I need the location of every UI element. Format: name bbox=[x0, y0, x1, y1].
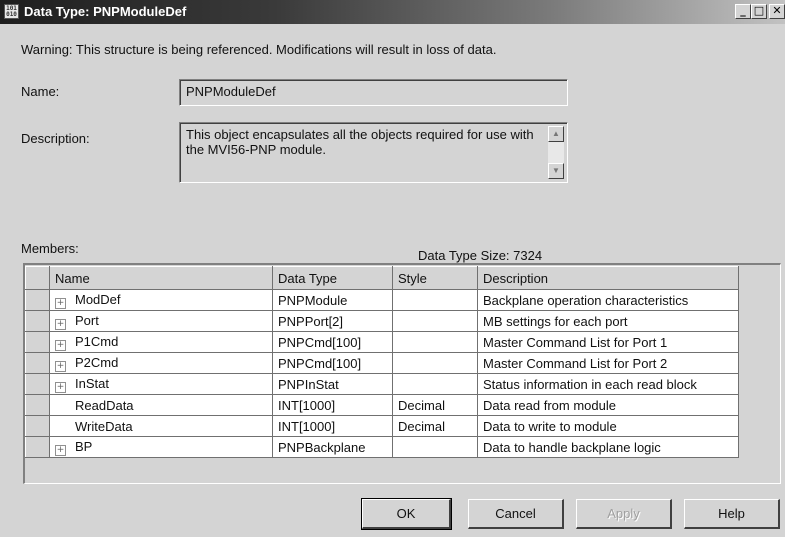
member-name-cell[interactable]: + Port bbox=[49, 310, 273, 332]
expand-plus-icon[interactable]: + bbox=[55, 360, 66, 372]
member-name-cell[interactable]: + BP bbox=[49, 436, 273, 458]
member-description[interactable]: Data to handle backplane logic bbox=[477, 436, 739, 458]
expand-plus-icon[interactable]: + bbox=[55, 297, 66, 309]
member-name: WriteData bbox=[75, 418, 133, 434]
member-data-type[interactable]: PNPPort[2] bbox=[272, 310, 393, 332]
warning-text: Warning: This structure is being referen… bbox=[21, 42, 497, 57]
row-selector[interactable] bbox=[25, 331, 50, 353]
member-description[interactable]: Data to write to module bbox=[477, 415, 739, 437]
member-name-cell[interactable]: + InStat bbox=[49, 373, 273, 395]
member-data-type[interactable]: PNPCmd[100] bbox=[272, 352, 393, 374]
table-row[interactable]: + BP PNPBackplane Data to handle backplane … bbox=[25, 436, 739, 458]
title-bar[interactable]: 101 010 Data Type: PNPModuleDef _ □ ✕ bbox=[0, 0, 785, 24]
description-scrollbar[interactable]: ▲ ▼ bbox=[548, 126, 564, 179]
scroll-up-arrow-icon[interactable]: ▲ bbox=[548, 126, 564, 142]
row-selector[interactable] bbox=[25, 352, 50, 374]
column-header-name[interactable]: Name bbox=[49, 266, 273, 290]
member-style[interactable]: Decimal bbox=[392, 415, 478, 437]
member-style[interactable] bbox=[392, 310, 478, 332]
row-selector[interactable] bbox=[25, 373, 50, 395]
window-title: Data Type: PNPModuleDef bbox=[24, 4, 187, 19]
minimize-button[interactable]: _ bbox=[735, 4, 751, 19]
member-name-cell[interactable]: + P2Cmd bbox=[49, 352, 273, 374]
maximize-button[interactable]: □ bbox=[751, 4, 767, 19]
row-selector[interactable] bbox=[25, 310, 50, 332]
member-description[interactable]: Data read from module bbox=[477, 394, 739, 416]
members-table: Name Data Type Style Description + ModDef… bbox=[25, 266, 739, 458]
member-description[interactable]: Status information in each read block bbox=[477, 373, 739, 395]
member-data-type[interactable]: PNPInStat bbox=[272, 373, 393, 395]
member-style[interactable] bbox=[392, 352, 478, 374]
member-name-cell[interactable]: WriteData bbox=[49, 415, 273, 437]
table-row[interactable]: WriteData INT[1000] Decimal Data to write t… bbox=[25, 415, 739, 437]
member-name: P2Cmd bbox=[75, 354, 119, 370]
member-description[interactable]: MB settings for each port bbox=[477, 310, 739, 332]
data-type-dialog: 101 010 Data Type: PNPModuleDef _ □ ✕ War… bbox=[0, 0, 785, 537]
description-input[interactable]: This object encapsulates all the objects… bbox=[179, 122, 568, 183]
row-selector[interactable] bbox=[25, 436, 50, 458]
column-header-description[interactable]: Description bbox=[477, 266, 739, 290]
member-name: Port bbox=[75, 312, 99, 328]
table-row[interactable]: + InStat PNPInStat Status information in ea… bbox=[25, 373, 739, 395]
table-row[interactable]: + P2Cmd PNPCmd[100] Master Command List for… bbox=[25, 352, 739, 374]
member-name: P1Cmd bbox=[75, 333, 119, 349]
row-selector[interactable] bbox=[25, 394, 50, 416]
expand-plus-icon[interactable]: + bbox=[55, 444, 66, 456]
table-row[interactable]: + P1Cmd PNPCmd[100] Master Command List for… bbox=[25, 331, 739, 353]
apply-button[interactable]: Apply bbox=[576, 499, 672, 529]
member-style[interactable] bbox=[392, 373, 478, 395]
column-header-style[interactable]: Style bbox=[392, 266, 478, 290]
data-type-size: Data Type Size: 7324 bbox=[418, 248, 543, 263]
column-header-data-type[interactable]: Data Type bbox=[272, 266, 393, 290]
member-name-cell[interactable]: + P1Cmd bbox=[49, 331, 273, 353]
name-input[interactable]: PNPModuleDef bbox=[179, 79, 568, 106]
member-data-type[interactable]: INT[1000] bbox=[272, 415, 393, 437]
member-name: ReadData bbox=[75, 397, 134, 413]
member-description[interactable]: Master Command List for Port 1 bbox=[477, 331, 739, 353]
expand-plus-icon[interactable]: + bbox=[55, 339, 66, 351]
ok-button[interactable]: OK bbox=[361, 498, 452, 530]
member-name-cell[interactable]: ReadData bbox=[49, 394, 273, 416]
member-data-type[interactable]: PNPCmd[100] bbox=[272, 331, 393, 353]
table-row[interactable]: + ModDef PNPModule Backplane operation char… bbox=[25, 289, 739, 311]
member-description[interactable]: Backplane operation characteristics bbox=[477, 289, 739, 311]
member-name: InStat bbox=[75, 375, 109, 391]
help-button[interactable]: Help bbox=[684, 499, 780, 529]
members-label: Members: bbox=[21, 241, 79, 256]
expand-plus-icon[interactable]: + bbox=[55, 318, 66, 330]
description-label: Description: bbox=[21, 131, 90, 146]
table-row[interactable]: + Port PNPPort[2] MB settings for each port bbox=[25, 310, 739, 332]
data-type-icon: 101 010 bbox=[4, 4, 19, 19]
expand-plus-icon[interactable]: + bbox=[55, 381, 66, 393]
header-selector-cell[interactable] bbox=[25, 266, 50, 290]
member-name: ModDef bbox=[75, 291, 121, 307]
member-style[interactable] bbox=[392, 289, 478, 311]
member-data-type[interactable]: INT[1000] bbox=[272, 394, 393, 416]
member-name: BP bbox=[75, 438, 93, 454]
table-row[interactable]: ReadData INT[1000] Decimal Data read from m… bbox=[25, 394, 739, 416]
name-value: PNPModuleDef bbox=[186, 84, 276, 99]
member-data-type[interactable]: PNPModule bbox=[272, 289, 393, 311]
member-style[interactable] bbox=[392, 436, 478, 458]
member-style[interactable]: Decimal bbox=[392, 394, 478, 416]
member-data-type[interactable]: PNPBackplane bbox=[272, 436, 393, 458]
scroll-down-arrow-icon[interactable]: ▼ bbox=[548, 163, 564, 179]
member-style[interactable] bbox=[392, 331, 478, 353]
table-header-row: Name Data Type Style Description bbox=[25, 266, 739, 290]
description-value: This object encapsulates all the objects… bbox=[186, 127, 534, 157]
members-grid[interactable]: Name Data Type Style Description + ModDef… bbox=[23, 263, 781, 484]
close-button[interactable]: ✕ bbox=[769, 4, 785, 19]
member-description[interactable]: Master Command List for Port 2 bbox=[477, 352, 739, 374]
name-label: Name: bbox=[21, 84, 60, 99]
member-rows: + ModDef PNPModule Backplane operation char… bbox=[25, 289, 739, 458]
cancel-button[interactable]: Cancel bbox=[468, 499, 564, 529]
member-name-cell[interactable]: + ModDef bbox=[49, 289, 273, 311]
row-selector[interactable] bbox=[25, 415, 50, 437]
row-selector[interactable] bbox=[25, 289, 50, 311]
